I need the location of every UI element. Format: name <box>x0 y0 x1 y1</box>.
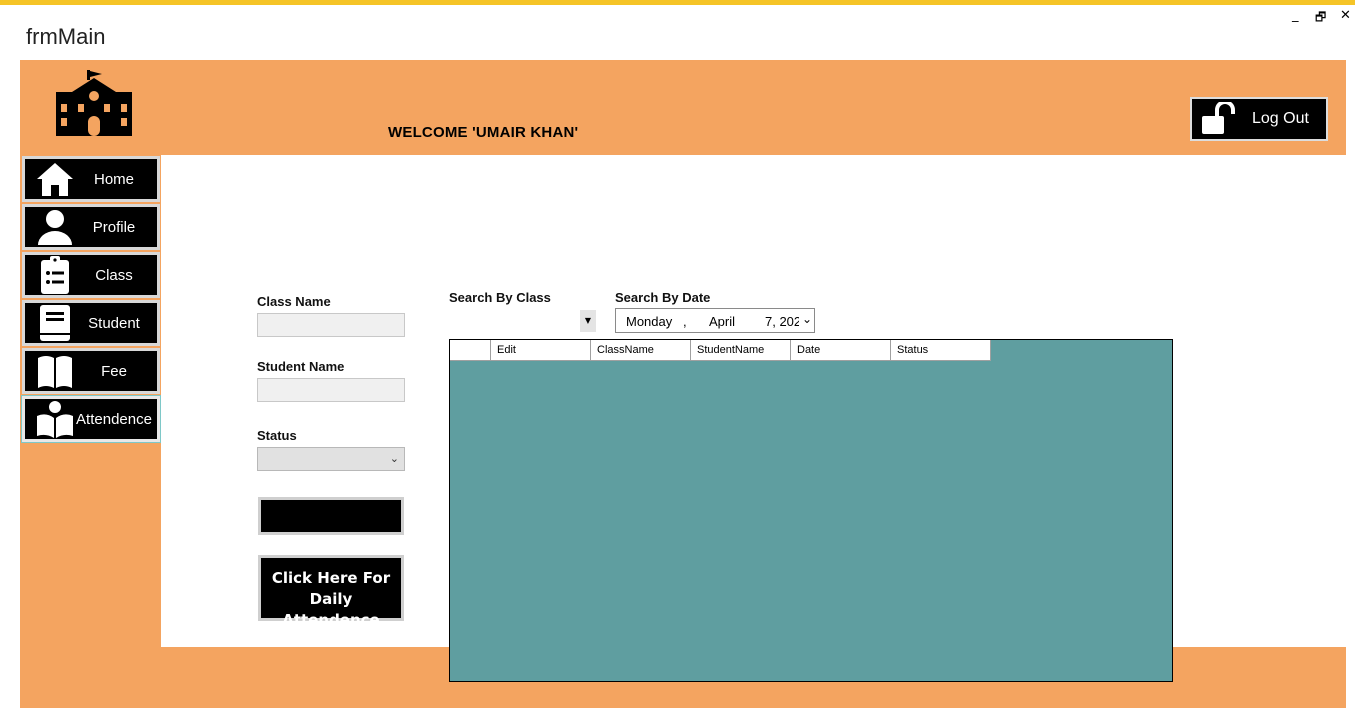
daily-attendence-button[interactable]: Click Here For Daily Attendence <box>258 555 404 629</box>
minimize-button[interactable]: _ <box>1292 8 1299 23</box>
status-label: Status <box>257 428 297 443</box>
sidebar-item-label: Class <box>95 266 133 284</box>
sidebar-item-label: Home <box>93 170 134 188</box>
search-by-class-select[interactable]: ▼ <box>580 310 596 332</box>
sidebar-item-home[interactable]: Home <box>22 156 160 202</box>
clipboard-icon <box>41 256 69 294</box>
sidebar-item-attendence[interactable]: Attendence <box>21 395 161 443</box>
blank-action-button[interactable] <box>258 497 404 535</box>
sidebar-item-fee[interactable]: Fee <box>22 348 160 394</box>
attendence-grid[interactable]: Edit ClassName StudentName Date Status <box>449 339 1173 682</box>
book-icon <box>40 305 70 341</box>
grid-row-header-corner <box>450 340 491 361</box>
reader-icon <box>37 401 73 438</box>
daily-attendence-button-line1: Click Here For <box>271 569 391 587</box>
daily-attendence-button-line2: Daily Attendence <box>282 590 380 629</box>
grid-header: Edit ClassName StudentName Date Status <box>450 340 991 361</box>
class-name-label: Class Name <box>257 294 331 309</box>
status-select[interactable]: ⌄ <box>257 447 405 471</box>
grid-column-edit[interactable]: Edit <box>491 340 591 361</box>
sidebar-item-label: Student <box>88 314 140 332</box>
search-by-class-label: Search By Class <box>449 290 551 305</box>
window-accent-bar <box>0 0 1355 5</box>
search-by-date-label: Search By Date <box>615 290 711 305</box>
date-separator: , <box>683 314 687 329</box>
date-weekday: Monday <box>626 314 673 329</box>
sidebar-item-label: Attendence <box>76 410 152 428</box>
restore-button[interactable]: 🗗 <box>1315 8 1326 29</box>
grid-column-status[interactable]: Status <box>891 340 991 361</box>
search-by-date-picker[interactable]: Monday , April 7, 202 ⌄ <box>615 308 815 333</box>
window-title: frmMain <box>26 24 106 49</box>
chevron-down-icon: ⌄ <box>389 452 399 465</box>
sidebar-item-profile[interactable]: Profile <box>22 204 160 250</box>
logout-label: Log Out <box>1252 110 1309 127</box>
school-icon <box>56 70 132 136</box>
open-book-icon <box>38 356 72 388</box>
user-icon <box>38 210 72 245</box>
student-name-label: Student Name <box>257 359 345 374</box>
home-icon <box>37 163 73 196</box>
logout-button[interactable]: Log Out <box>1190 97 1328 141</box>
class-name-field[interactable] <box>257 313 405 337</box>
sidebar-item-label: Profile <box>92 218 136 236</box>
close-button[interactable]: ✕ <box>1340 8 1351 23</box>
grid-column-date[interactable]: Date <box>791 340 891 361</box>
sidebar-item-student[interactable]: Student <box>22 300 160 346</box>
welcome-message: WELCOME 'UMAIR KHAN' <box>388 124 579 141</box>
date-month: April <box>709 314 736 329</box>
student-name-field[interactable] <box>257 378 405 402</box>
grid-column-studentname[interactable]: StudentName <box>691 340 791 361</box>
chevron-down-icon: ⌄ <box>802 312 813 326</box>
date-day-year: 7, 202 <box>765 314 799 329</box>
sidebar-item-label: Fee <box>101 362 127 380</box>
unlock-icon <box>1202 102 1235 134</box>
sidebar-item-class[interactable]: Class <box>22 252 160 298</box>
grid-column-classname[interactable]: ClassName <box>591 340 691 361</box>
content-panel: Class Name Student Name Status ⌄ Click H… <box>161 155 1346 682</box>
main-frame: WELCOME 'UMAIR KHAN' Log Out Home Profil… <box>20 60 1346 708</box>
